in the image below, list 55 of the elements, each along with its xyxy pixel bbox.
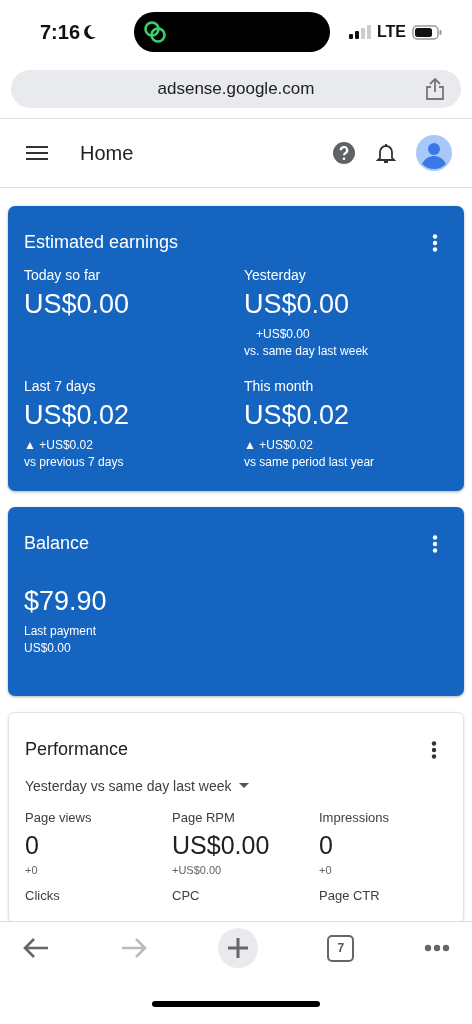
address-bar[interactable]: adsense.google.com [11, 70, 461, 108]
more-icon[interactable] [432, 534, 438, 553]
change-text: +US$0.00 [172, 864, 223, 876]
card-title: Performance [25, 739, 129, 760]
battery-icon [412, 24, 442, 40]
compare-text: vs. same day last week [244, 343, 370, 360]
page-title: Home [80, 141, 134, 165]
clock: 7:16 [40, 20, 81, 44]
metric-value: US$0.02 [24, 400, 131, 431]
back-icon[interactable] [22, 937, 50, 959]
new-tab-icon[interactable] [217, 928, 258, 968]
metric-label: Yesterday [244, 267, 307, 283]
avatar[interactable] [416, 135, 452, 171]
last-payment-label: Last payment [24, 623, 98, 640]
change-text: +US$0.00 [255, 326, 311, 343]
help-icon[interactable] [332, 141, 356, 165]
card-title: Balance [24, 533, 90, 554]
metric-label: This month [244, 378, 315, 394]
balance-amount: $79.90 [24, 586, 108, 617]
metric-label: Page RPM [172, 810, 236, 825]
metric-label: Page views [25, 810, 93, 825]
tab-count-button[interactable]: 7 [327, 934, 355, 962]
metric-label: Impressions [319, 810, 391, 825]
metric-value: 0 [319, 831, 334, 860]
caret-icon [239, 783, 250, 789]
last-payment-amount: US$0.00 [24, 640, 72, 657]
card-title: Estimated earnings [24, 232, 179, 253]
link-icon [142, 19, 168, 45]
metric-value: US$0.02 [244, 400, 351, 431]
network-label: LTE [376, 23, 406, 41]
change-text: ▲ +US$0.02 [244, 437, 314, 454]
menu-icon[interactable] [26, 145, 48, 161]
share-icon[interactable] [425, 77, 445, 101]
change-text: ▲ +US$0.02 [24, 437, 94, 454]
metric-label: Clicks [25, 888, 61, 903]
metric-value: US$0.00 [172, 831, 271, 860]
metric-label: Last 7 days [24, 378, 97, 394]
notification-icon[interactable] [376, 141, 396, 165]
more-icon[interactable] [432, 233, 438, 252]
compare-text: vs previous 7 days [24, 454, 125, 471]
metric-label: CPC [172, 888, 201, 903]
metric-value: US$0.00 [244, 289, 351, 320]
metric-label: Page CTR [319, 888, 381, 903]
moon-icon [83, 24, 98, 40]
compare-text: vs same period last year [244, 454, 376, 471]
metric-label: Today so far [24, 267, 102, 283]
signal-icon [348, 25, 371, 39]
metric-value: 0 [25, 831, 40, 860]
change-text: +0 [319, 864, 333, 876]
change-text: +0 [25, 864, 39, 876]
date-range-dropdown[interactable]: Yesterday vs same day last week [25, 778, 250, 794]
metric-value: US$0.00 [24, 289, 131, 320]
url-text: adsense.google.com [157, 79, 315, 99]
more-icon[interactable] [424, 944, 450, 952]
more-icon[interactable] [431, 740, 437, 759]
